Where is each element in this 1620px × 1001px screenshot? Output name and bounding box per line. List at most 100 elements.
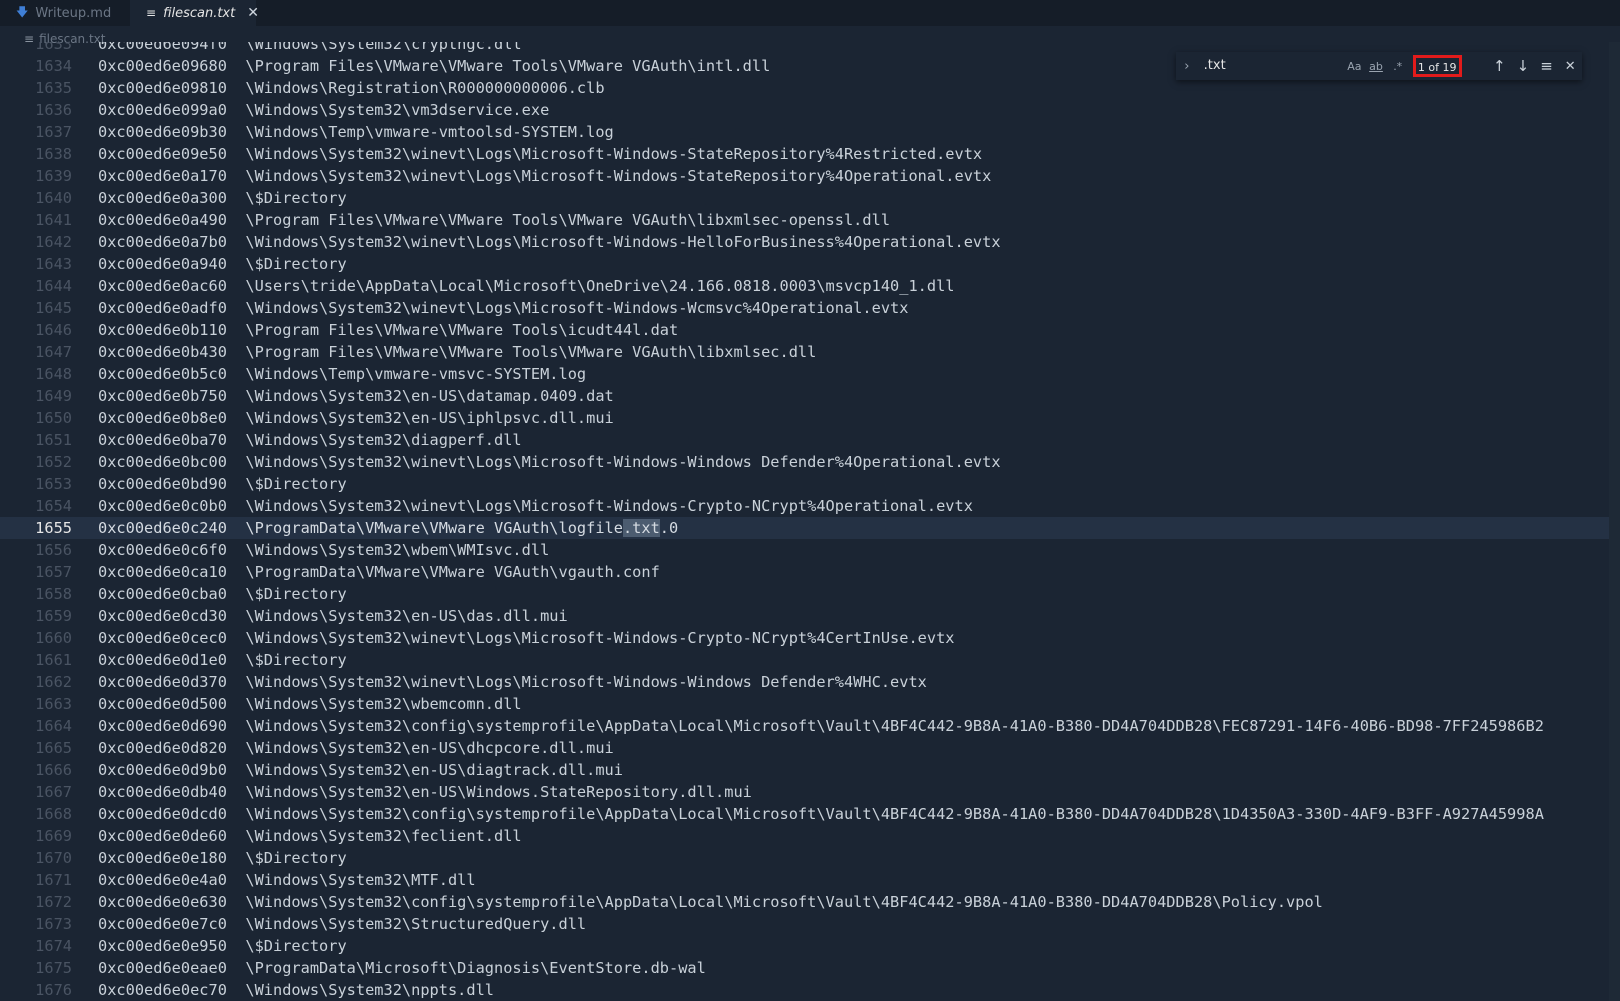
code-line[interactable]: 1643 0xc00ed6e0a940 \$Directory bbox=[0, 253, 1620, 275]
line-number: 1656 bbox=[35, 541, 72, 559]
code-line[interactable]: 1658 0xc00ed6e0cba0 \$Directory bbox=[0, 583, 1620, 605]
file-path: \Windows\System32\feclient.dll bbox=[245, 827, 522, 845]
line-number: 1675 bbox=[35, 959, 72, 977]
line-text: 0xc00ed6e0b430 \Program Files\VMware\VMw… bbox=[98, 341, 816, 363]
line-text: 0xc00ed6e0de60 \Windows\System32\feclien… bbox=[98, 825, 522, 847]
code-line[interactable]: 1659 0xc00ed6e0cd30 \Windows\System32\en-… bbox=[0, 605, 1620, 627]
line-number: 1637 bbox=[35, 123, 72, 141]
code-line[interactable]: 1649 0xc00ed6e0b750 \Windows\System32\en-… bbox=[0, 385, 1620, 407]
tab-bar: 🡇 Writeup.md ≡ filescan.txt ✕ bbox=[0, 0, 1620, 26]
file-path: \Windows\System32\en-US\dhcpcore.dll.mui bbox=[245, 739, 614, 757]
file-offset: 0xc00ed6e0b8e0 bbox=[98, 409, 227, 427]
code-line[interactable]: 1637 0xc00ed6e09b30 \Windows\Temp\vmware-… bbox=[0, 121, 1620, 143]
file-offset: 0xc00ed6e0c6f0 bbox=[98, 541, 227, 559]
code-line[interactable]: 1648 0xc00ed6e0b5c0 \Windows\Temp\vmware-… bbox=[0, 363, 1620, 385]
code-line[interactable]: 1660 0xc00ed6e0cec0 \Windows\System32\win… bbox=[0, 627, 1620, 649]
code-line[interactable]: 1674 0xc00ed6e0e950 \$Directory bbox=[0, 935, 1620, 957]
minimap-scrollbar[interactable] bbox=[1609, 42, 1620, 1001]
regex-button[interactable]: .* bbox=[1387, 60, 1409, 73]
file-offset: 0xc00ed6e0e7c0 bbox=[98, 915, 227, 933]
code-line[interactable]: 1676 0xc00ed6e0ec70 \Windows\System32\npp… bbox=[0, 979, 1620, 1001]
line-number: 1648 bbox=[35, 365, 72, 383]
file-path: \Windows\System32\wbem\WMIsvc.dll bbox=[245, 541, 550, 559]
code-line[interactable]: 1653 0xc00ed6e0bd90 \$Directory bbox=[0, 473, 1620, 495]
code-line[interactable]: 1671 0xc00ed6e0e4a0 \Windows\System32\MTF… bbox=[0, 869, 1620, 891]
line-number: 1646 bbox=[35, 321, 72, 339]
find-in-selection-icon[interactable]: ≡ bbox=[1535, 57, 1559, 75]
code-line[interactable]: 1638 0xc00ed6e09e50 \Windows\System32\win… bbox=[0, 143, 1620, 165]
file-path: \Windows\System32\en-US\das.dll.mui bbox=[245, 607, 568, 625]
file-offset: 0xc00ed6e0d690 bbox=[98, 717, 227, 735]
line-text: 0xc00ed6e0e180 \$Directory bbox=[98, 847, 347, 869]
file-offset: 0xc00ed6e0a940 bbox=[98, 255, 227, 273]
file-offset: 0xc00ed6e099a0 bbox=[98, 101, 227, 119]
file-path: \Windows\System32\winevt\Logs\Microsoft-… bbox=[245, 299, 909, 317]
code-line[interactable]: 1655 0xc00ed6e0c240 \ProgramData\VMware\V… bbox=[0, 517, 1620, 539]
code-line[interactable]: 1654 0xc00ed6e0c0b0 \Windows\System32\win… bbox=[0, 495, 1620, 517]
tab-writeup[interactable]: 🡇 Writeup.md bbox=[0, 0, 130, 26]
code-line[interactable]: 1661 0xc00ed6e0d1e0 \$Directory bbox=[0, 649, 1620, 671]
file-path: \Windows\System32\StructuredQuery.dll bbox=[245, 915, 587, 933]
code-line[interactable]: 1650 0xc00ed6e0b8e0 \Windows\System32\en-… bbox=[0, 407, 1620, 429]
file-offset: 0xc00ed6e0cd30 bbox=[98, 607, 227, 625]
code-line[interactable]: 1656 0xc00ed6e0c6f0 \Windows\System32\wbe… bbox=[0, 539, 1620, 561]
code-line[interactable]: 1652 0xc00ed6e0bc00 \Windows\System32\win… bbox=[0, 451, 1620, 473]
code-line[interactable]: 1672 0xc00ed6e0e630 \Windows\System32\con… bbox=[0, 891, 1620, 913]
code-line[interactable]: 1665 0xc00ed6e0d820 \Windows\System32\en-… bbox=[0, 737, 1620, 759]
line-text: 0xc00ed6e099a0 \Windows\System32\vm3dser… bbox=[98, 99, 549, 121]
line-text: 0xc00ed6e0a7b0 \Windows\System32\winevt\… bbox=[98, 231, 1001, 253]
code-line[interactable]: 1667 0xc00ed6e0db40 \Windows\System32\en-… bbox=[0, 781, 1620, 803]
file-path: \ProgramData\VMware\VMware VGAuth\logfil… bbox=[245, 519, 623, 537]
line-number: 1641 bbox=[35, 211, 72, 229]
code-line[interactable]: 1640 0xc00ed6e0a300 \$Directory bbox=[0, 187, 1620, 209]
code-line[interactable]: 1644 0xc00ed6e0ac60 \Users\tride\AppData\… bbox=[0, 275, 1620, 297]
line-text: 0xc00ed6e0bd90 \$Directory bbox=[98, 473, 347, 495]
code-line[interactable]: 1675 0xc00ed6e0eae0 \ProgramData\Microsof… bbox=[0, 957, 1620, 979]
file-offset: 0xc00ed6e0b750 bbox=[98, 387, 227, 405]
code-line[interactable]: 1646 0xc00ed6e0b110 \Program Files\VMware… bbox=[0, 319, 1620, 341]
match-case-button[interactable]: Aa bbox=[1344, 60, 1366, 73]
toggle-replace-icon[interactable]: › bbox=[1176, 59, 1198, 74]
line-number: 1673 bbox=[35, 915, 72, 933]
file-path: \Windows\Temp\vmware-vmtoolsd-SYSTEM.log bbox=[245, 123, 614, 141]
close-icon[interactable]: ✕ bbox=[247, 5, 259, 21]
code-line[interactable]: 1668 0xc00ed6e0dcd0 \Windows\System32\con… bbox=[0, 803, 1620, 825]
line-number: 1642 bbox=[35, 233, 72, 251]
line-text: 0xc00ed6e0d500 \Windows\System32\wbemcom… bbox=[98, 693, 522, 715]
code-line[interactable]: 1636 0xc00ed6e099a0 \Windows\System32\vm3… bbox=[0, 99, 1620, 121]
file-path-suffix: .0 bbox=[659, 519, 679, 537]
code-line[interactable]: 1651 0xc00ed6e0ba70 \Windows\System32\dia… bbox=[0, 429, 1620, 451]
line-text: 0xc00ed6e0d690 \Windows\System32\config\… bbox=[98, 715, 1544, 737]
line-number: 1652 bbox=[35, 453, 72, 471]
tab-filescan[interactable]: ≡ filescan.txt ✕ bbox=[130, 0, 259, 26]
find-input[interactable]: .txt bbox=[1198, 54, 1344, 78]
code-line[interactable]: 1666 0xc00ed6e0d9b0 \Windows\System32\en-… bbox=[0, 759, 1620, 781]
file-offset: 0xc00ed6e09680 bbox=[98, 57, 227, 75]
next-match-icon[interactable]: ↓ bbox=[1511, 57, 1535, 75]
close-find-icon[interactable]: ✕ bbox=[1558, 59, 1582, 74]
code-line[interactable]: 1669 0xc00ed6e0de60 \Windows\System32\fec… bbox=[0, 825, 1620, 847]
code-line[interactable]: 1670 0xc00ed6e0e180 \$Directory bbox=[0, 847, 1620, 869]
previous-match-icon[interactable]: ↑ bbox=[1487, 57, 1511, 75]
code-line[interactable]: 1647 0xc00ed6e0b430 \Program Files\VMware… bbox=[0, 341, 1620, 363]
editor[interactable]: 1633 0xc00ed6e094f0 \Windows\System32\cry… bbox=[0, 42, 1620, 1001]
line-number: 1649 bbox=[35, 387, 72, 405]
file-offset: 0xc00ed6e0de60 bbox=[98, 827, 227, 845]
code-line[interactable]: 1673 0xc00ed6e0e7c0 \Windows\System32\Str… bbox=[0, 913, 1620, 935]
line-number: 1639 bbox=[35, 167, 72, 185]
code-line[interactable]: 1645 0xc00ed6e0adf0 \Windows\System32\win… bbox=[0, 297, 1620, 319]
code-line[interactable]: 1663 0xc00ed6e0d500 \Windows\System32\wbe… bbox=[0, 693, 1620, 715]
code-line[interactable]: 1664 0xc00ed6e0d690 \Windows\System32\con… bbox=[0, 715, 1620, 737]
code-line[interactable]: 1641 0xc00ed6e0a490 \Program Files\VMware… bbox=[0, 209, 1620, 231]
line-text: 0xc00ed6e0e630 \Windows\System32\config\… bbox=[98, 891, 1323, 913]
code-line[interactable]: 1657 0xc00ed6e0ca10 \ProgramData\VMware\V… bbox=[0, 561, 1620, 583]
whole-word-button[interactable]: ab bbox=[1365, 60, 1387, 73]
code-line[interactable]: 1662 0xc00ed6e0d370 \Windows\System32\win… bbox=[0, 671, 1620, 693]
code-line[interactable]: 1642 0xc00ed6e0a7b0 \Windows\System32\win… bbox=[0, 231, 1620, 253]
line-number: 1672 bbox=[35, 893, 72, 911]
file-offset: 0xc00ed6e0d1e0 bbox=[98, 651, 227, 669]
line-number: 1669 bbox=[35, 827, 72, 845]
file-path: \Windows\System32\cryptngc.dll bbox=[245, 42, 522, 53]
code-line[interactable]: 1635 0xc00ed6e09810 \Windows\Registration… bbox=[0, 77, 1620, 99]
code-line[interactable]: 1639 0xc00ed6e0a170 \Windows\System32\win… bbox=[0, 165, 1620, 187]
